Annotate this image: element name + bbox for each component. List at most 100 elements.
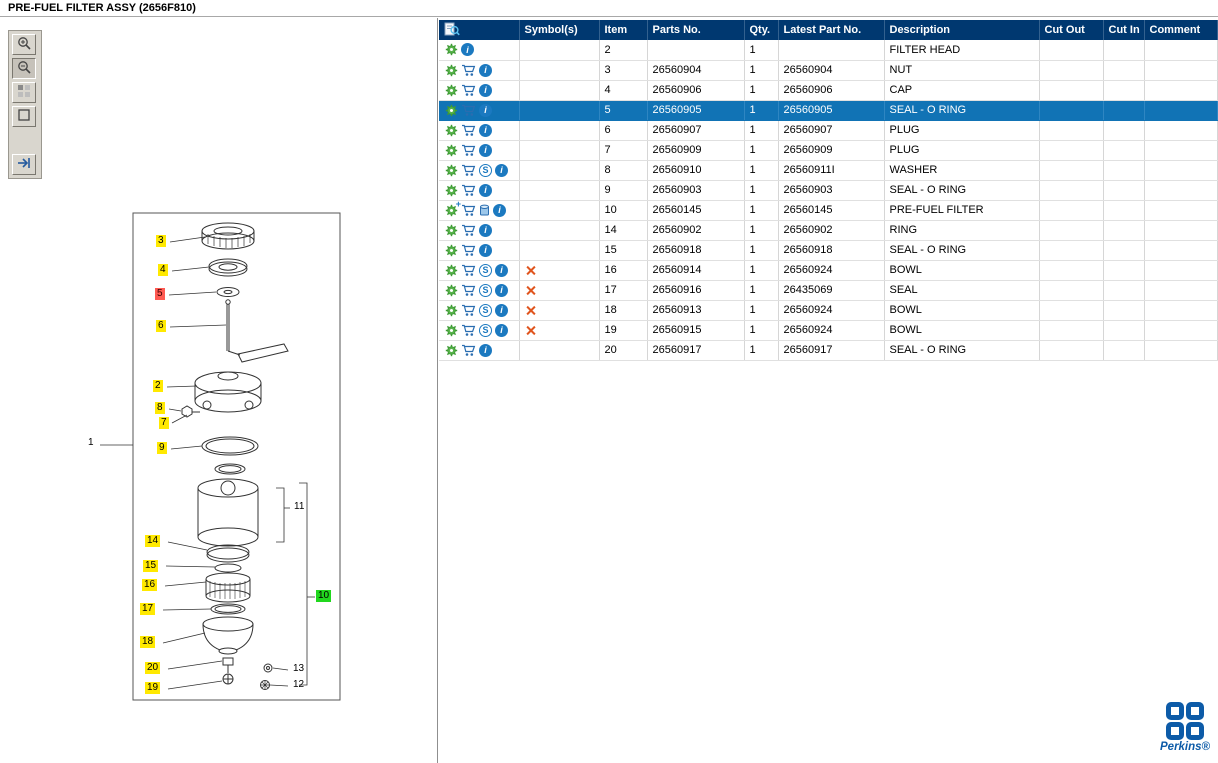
part-row-item-7[interactable]: i726560909126560909PLUG [439,140,1217,160]
gear-plus-icon[interactable]: + [445,204,458,217]
info-icon[interactable]: i [479,104,492,117]
cart-icon[interactable] [461,104,476,117]
column-header-item[interactable]: Item [599,20,647,40]
cart-icon[interactable] [461,324,476,337]
zoom-area-button[interactable] [12,82,36,103]
diagram-callout-16[interactable]: 16 [142,579,157,591]
cart-icon[interactable] [461,304,476,317]
info-icon[interactable]: i [495,164,508,177]
gear-icon[interactable] [445,284,458,297]
diagram-callout-4[interactable]: 4 [158,264,168,276]
diagram-callout-2[interactable]: 2 [153,380,163,392]
gear-icon[interactable] [445,344,458,357]
part-row-item-5[interactable]: i526560905126560905SEAL - O RING [439,100,1217,120]
diagram-callout-7[interactable]: 7 [159,417,169,429]
zoom-in-button[interactable] [12,34,36,55]
column-header-preview[interactable] [439,20,519,40]
substitution-icon[interactable]: S [479,304,492,317]
zoom-out-button[interactable] [12,58,36,79]
gear-icon[interactable] [445,144,458,157]
info-icon[interactable]: i [479,124,492,137]
part-row-item-6[interactable]: i626560907126560907PLUG [439,120,1217,140]
gear-icon[interactable] [445,224,458,237]
diagram-callout-5[interactable]: 5 [155,288,165,300]
column-header-cut-in[interactable]: Cut In [1103,20,1144,40]
cart-icon[interactable] [461,124,476,137]
column-header-description[interactable]: Description [884,20,1039,40]
cart-icon[interactable] [461,84,476,97]
diagram-callout-20[interactable]: 20 [145,662,160,674]
gear-icon[interactable] [445,64,458,77]
info-icon[interactable]: i [479,224,492,237]
part-row-item-14[interactable]: i1426560902126560902RING [439,220,1217,240]
column-header-comment[interactable]: Comment [1144,20,1217,40]
cart-icon[interactable] [461,164,476,177]
info-icon[interactable]: i [495,324,508,337]
cart-icon[interactable] [461,284,476,297]
info-icon[interactable]: i [461,43,474,56]
diagram-callout-18[interactable]: 18 [140,636,155,648]
part-row-item-19[interactable]: Si1926560915126560924BOWL [439,320,1217,340]
gear-icon[interactable] [445,124,458,137]
gear-icon[interactable] [445,43,458,56]
part-row-item-3[interactable]: i326560904126560904NUT [439,60,1217,80]
gear-icon[interactable] [445,244,458,257]
part-row-item-18[interactable]: Si1826560913126560924BOWL [439,300,1217,320]
diagram-callout-10[interactable]: 10 [316,590,331,602]
info-icon[interactable]: i [479,184,492,197]
part-row-item-17[interactable]: Si1726560916126435069SEAL [439,280,1217,300]
substitution-icon[interactable]: S [479,164,492,177]
info-icon[interactable]: i [479,144,492,157]
gear-icon[interactable] [445,104,458,117]
gear-icon[interactable] [445,264,458,277]
info-icon[interactable]: i [479,244,492,257]
part-row-item-10[interactable]: +i1026560145126560145PRE-FUEL FILTER [439,200,1217,220]
part-row-item-4[interactable]: i426560906126560906CAP [439,80,1217,100]
cart-icon[interactable] [461,224,476,237]
diagram-callout-14[interactable]: 14 [145,535,160,547]
part-row-item-15[interactable]: i1526560918126560918SEAL - O RING [439,240,1217,260]
column-header-cut-out[interactable]: Cut Out [1039,20,1103,40]
info-icon[interactable]: i [495,264,508,277]
gear-icon[interactable] [445,84,458,97]
part-row-item-8[interactable]: Si826560910126560911IWASHER [439,160,1217,180]
column-header-qty[interactable]: Qty. [744,20,778,40]
info-icon[interactable]: i [479,344,492,357]
gear-icon[interactable] [445,164,458,177]
column-header-parts-no[interactable]: Parts No. [647,20,744,40]
cart-icon[interactable] [461,64,476,77]
diagram-callout-17[interactable]: 17 [140,603,155,615]
info-icon[interactable]: i [493,204,506,217]
cart-icon[interactable] [461,144,476,157]
cart-icon[interactable] [461,244,476,257]
diagram-callout-15[interactable]: 15 [143,560,158,572]
substitution-icon[interactable]: S [479,324,492,337]
kit-icon[interactable] [479,204,490,217]
part-row-item-16[interactable]: Si1626560914126560924BOWL [439,260,1217,280]
gear-icon[interactable] [445,304,458,317]
part-row-item-20[interactable]: i2026560917126560917SEAL - O RING [439,340,1217,360]
diagram-callout-9[interactable]: 9 [157,442,167,454]
info-icon[interactable]: i [495,304,508,317]
diagram-callout-12[interactable]: 12 [291,679,306,691]
diagram-callout-13[interactable]: 13 [291,663,306,675]
diagram-callout-3[interactable]: 3 [156,235,166,247]
substitution-icon[interactable]: S [479,284,492,297]
gear-icon[interactable] [445,324,458,337]
diagram-callout-8[interactable]: 8 [155,402,165,414]
info-icon[interactable]: i [495,284,508,297]
cart-icon[interactable] [461,184,476,197]
column-header-symbol-s[interactable]: Symbol(s) [519,20,599,40]
part-row-item-2[interactable]: i21FILTER HEAD [439,40,1217,60]
diagram-callout-19[interactable]: 19 [145,682,160,694]
info-icon[interactable]: i [479,84,492,97]
diagram-callout-11[interactable]: 11 [292,501,306,513]
diagram-callout-1[interactable]: 1 [86,437,96,449]
info-icon[interactable]: i [479,64,492,77]
export-button[interactable] [12,154,36,175]
gear-icon[interactable] [445,184,458,197]
cart-icon[interactable] [461,264,476,277]
substitution-icon[interactable]: S [479,264,492,277]
fit-view-button[interactable] [12,106,36,127]
column-header-latest-part-no[interactable]: Latest Part No. [778,20,884,40]
